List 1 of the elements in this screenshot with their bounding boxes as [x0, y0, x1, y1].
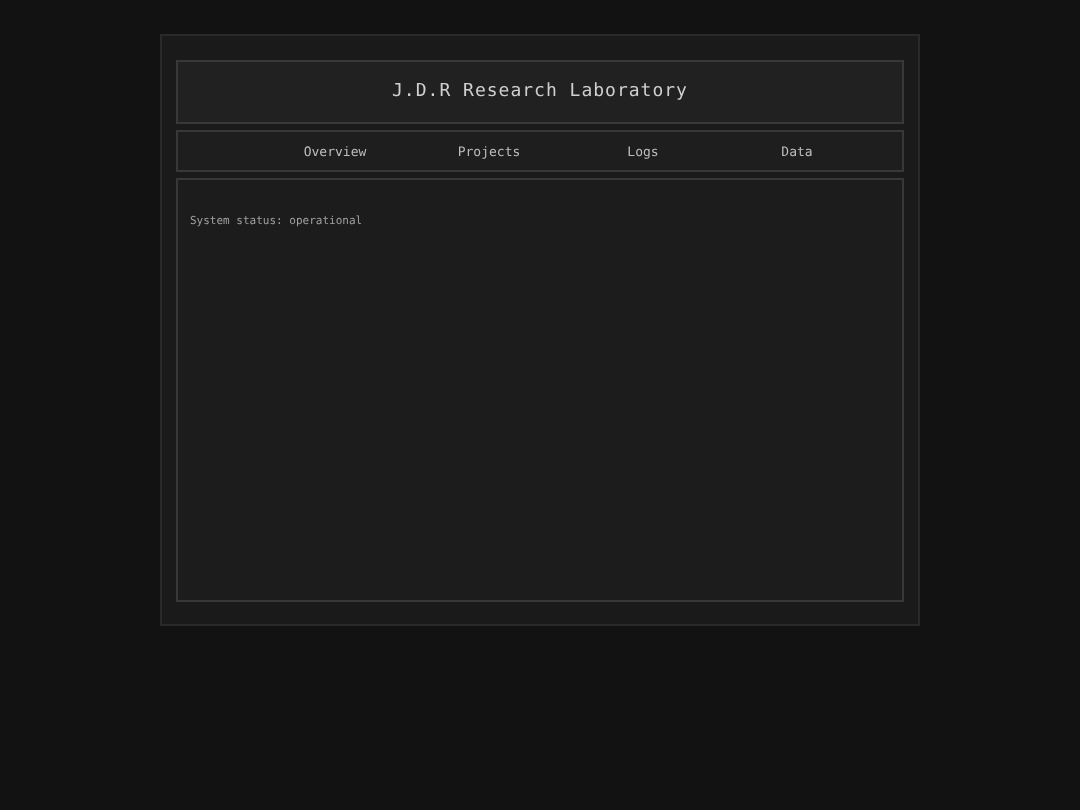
site-title: J.D.R Research Laboratory: [392, 82, 688, 102]
